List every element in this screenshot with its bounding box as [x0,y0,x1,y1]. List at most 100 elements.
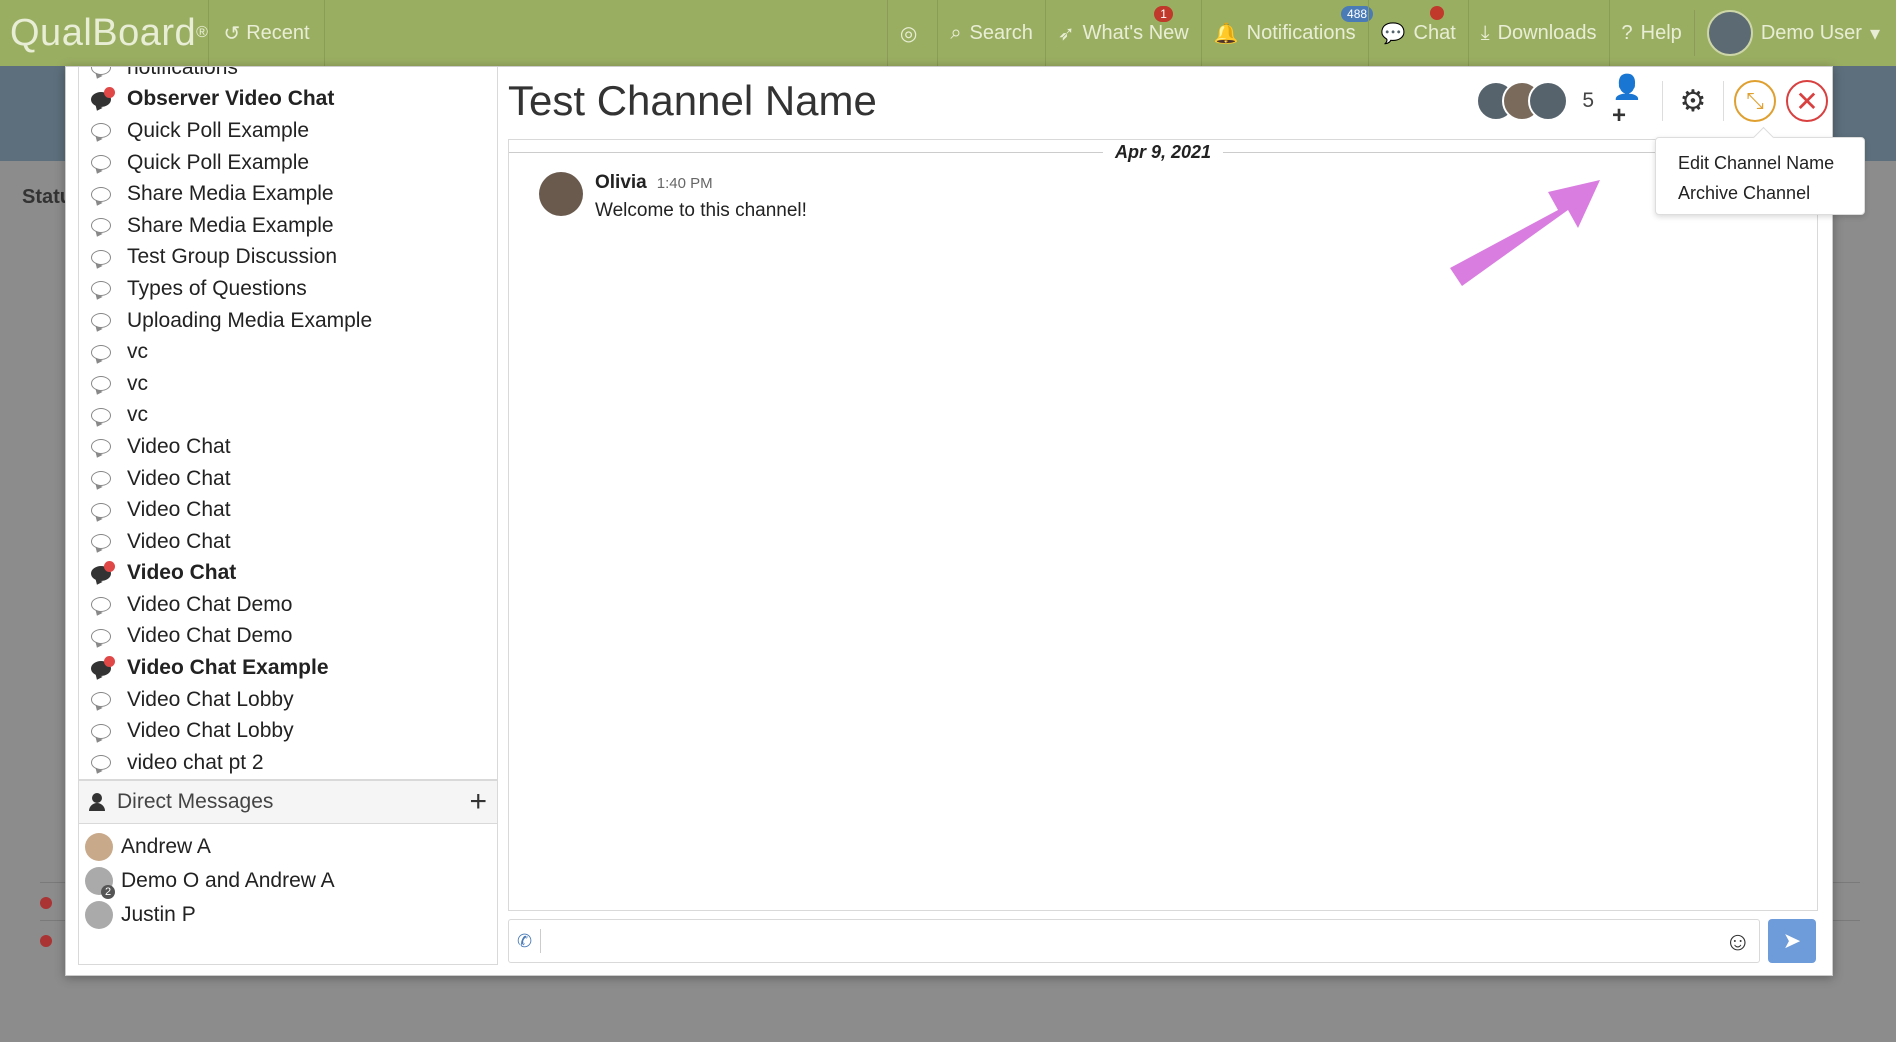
chat-bubble-icon [83,376,119,392]
add-user-icon[interactable]: 👤+ [1612,74,1652,129]
chat-bubble-icon [83,86,119,107]
channel-item[interactable]: Video Chat Lobby [79,715,497,747]
chat-bubble-icon [83,407,119,423]
minimize-icon[interactable]: ⤡ [1734,80,1776,122]
channel-label: Video Chat Demo [127,624,293,648]
direct-message-item[interactable]: 2 Demo O and Andrew A [79,864,497,899]
channel-item[interactable]: Quick Poll Example [79,115,497,147]
nav-fingerprint[interactable]: ◎ [886,0,937,66]
channel-item[interactable]: Video Chat [79,558,497,590]
dm-label: Andrew A [121,835,211,858]
dm-avatar: 2 [85,867,115,899]
channel-item[interactable]: Share Media Example [79,210,497,242]
history-icon: ↺ [223,22,241,45]
channel-label: Video Chat [127,434,231,458]
chat-bubble-icon [83,123,119,139]
channel-settings-menu: Edit Channel Name Archive Channel [1655,137,1865,215]
channel-item[interactable]: video chat pt 2 [79,747,497,779]
channel-label: Video Chat Example [127,656,329,680]
nav-help[interactable]: ? Help [1608,0,1694,66]
channel-header-tools: 5 👤+ ⚙ ⤡ ✕ [1476,74,1828,129]
channel-label: Observer Video Chat [127,87,335,111]
chat-bubble-icon [83,281,119,297]
channel-item[interactable]: Video Chat Example [79,652,497,684]
message-item: Olivia 1:40 PM Welcome to this channel! [539,172,807,222]
qualboard-logo[interactable]: QualBoard ® [0,0,208,66]
direct-message-item[interactable]: Justin P [79,898,497,932]
nav-label: What's New [1082,21,1189,44]
chat-icon: 💬 [1380,22,1406,45]
direct-message-item[interactable]: Andrew A [79,830,497,864]
unread-dot [1430,6,1445,20]
channel-label: Video Chat Lobby [127,719,294,743]
chat-bubble-icon [83,597,119,613]
channel-label: Video Chat [127,466,231,490]
channel-item[interactable]: vc [79,336,497,368]
channel-label: Share Media Example [127,213,334,237]
message-author[interactable]: Olivia [595,172,647,194]
message-text: Welcome to this channel! [595,200,807,221]
archive-channel-option[interactable]: Archive Channel [1678,178,1864,208]
channel-list[interactable]: notifications Observer Video Chat Quick Po… [78,67,498,780]
chat-bubble-icon [83,692,119,708]
nav-label: Help [1640,21,1682,44]
channel-item[interactable]: Uploading Media Example [79,305,497,337]
channel-item[interactable]: Video Chat [79,526,497,558]
add-direct-message-button[interactable]: + [469,787,487,817]
nav-bell[interactable]: 🔔 Notifications 488 [1200,0,1374,66]
channel-item[interactable]: vc [79,400,497,432]
emoji-icon[interactable]: ☺ [1724,926,1751,957]
status-dot [40,896,52,909]
recent-button[interactable]: ↺ Recent [208,0,325,66]
direct-messages-header: Direct Messages + [78,780,498,824]
channel-item[interactable]: Video Chat Lobby [79,684,497,716]
channel-item[interactable]: Types of Questions [79,273,497,305]
member-count: 5 [1582,89,1594,112]
edit-channel-name-option[interactable]: Edit Channel Name [1678,148,1864,178]
channel-label: vc [127,340,148,364]
channel-item[interactable]: notifications [79,67,497,84]
user-menu[interactable]: Demo User ▾ [1693,10,1896,56]
nav-download[interactable]: ⤓ Downloads [1467,0,1609,66]
member-avatars[interactable] [1476,81,1569,121]
channel-label: Test Group Discussion [127,245,338,269]
nav-rocket[interactable]: ➶ What's New 1 [1044,0,1201,66]
search-icon: ⌕ [950,21,962,44]
message-composer: ✆ ☺ [508,919,1760,963]
chat-bubble-icon [83,534,119,550]
dm-avatar [85,901,113,929]
chat-bubble-icon [83,249,119,265]
close-icon[interactable]: ✕ [1786,80,1828,122]
channel-item[interactable]: Video Chat [79,431,497,463]
channel-item[interactable]: Share Media Example [79,178,497,210]
channel-item[interactable]: vc [79,368,497,400]
channel-item[interactable]: Video Chat [79,494,497,526]
gear-icon[interactable]: ⚙ [1673,81,1713,121]
channel-item[interactable]: Observer Video Chat [79,84,497,116]
send-button[interactable]: ➤ [1768,919,1816,963]
channel-item[interactable]: Video Chat [79,463,497,495]
channel-item[interactable]: Quick Poll Example [79,147,497,179]
top-nav-bar: QualBoard ® ↺ Recent ◎ ⌕ Search ➶ What's New 1… [0,0,1896,66]
chat-bubble-icon [83,218,119,234]
divider [1723,81,1724,121]
channel-label: Video Chat [127,529,231,553]
channel-item[interactable]: Video Chat Demo [79,621,497,653]
message-avatar [539,172,583,216]
message-input[interactable] [541,923,1725,959]
divider [1662,81,1663,121]
nav-label: Search [969,21,1033,44]
channel-label: vc [127,371,148,395]
nav-chat[interactable]: 💬 Chat [1367,0,1468,66]
chat-bubble-icon [83,439,119,455]
chat-bubble-icon [83,655,119,676]
channel-item[interactable]: Video Chat Demo [79,589,497,621]
group-count-badge: 2 [101,885,115,899]
channel-label: Quick Poll Example [127,118,310,142]
nav-search[interactable]: ⌕ Search [937,0,1045,66]
channel-label: video chat pt 2 [127,750,264,774]
member-avatar [1528,81,1569,121]
channel-item[interactable]: Test Group Discussion [79,242,497,274]
help-icon: ? [1621,21,1633,44]
phone-icon[interactable]: ✆ [517,929,541,953]
